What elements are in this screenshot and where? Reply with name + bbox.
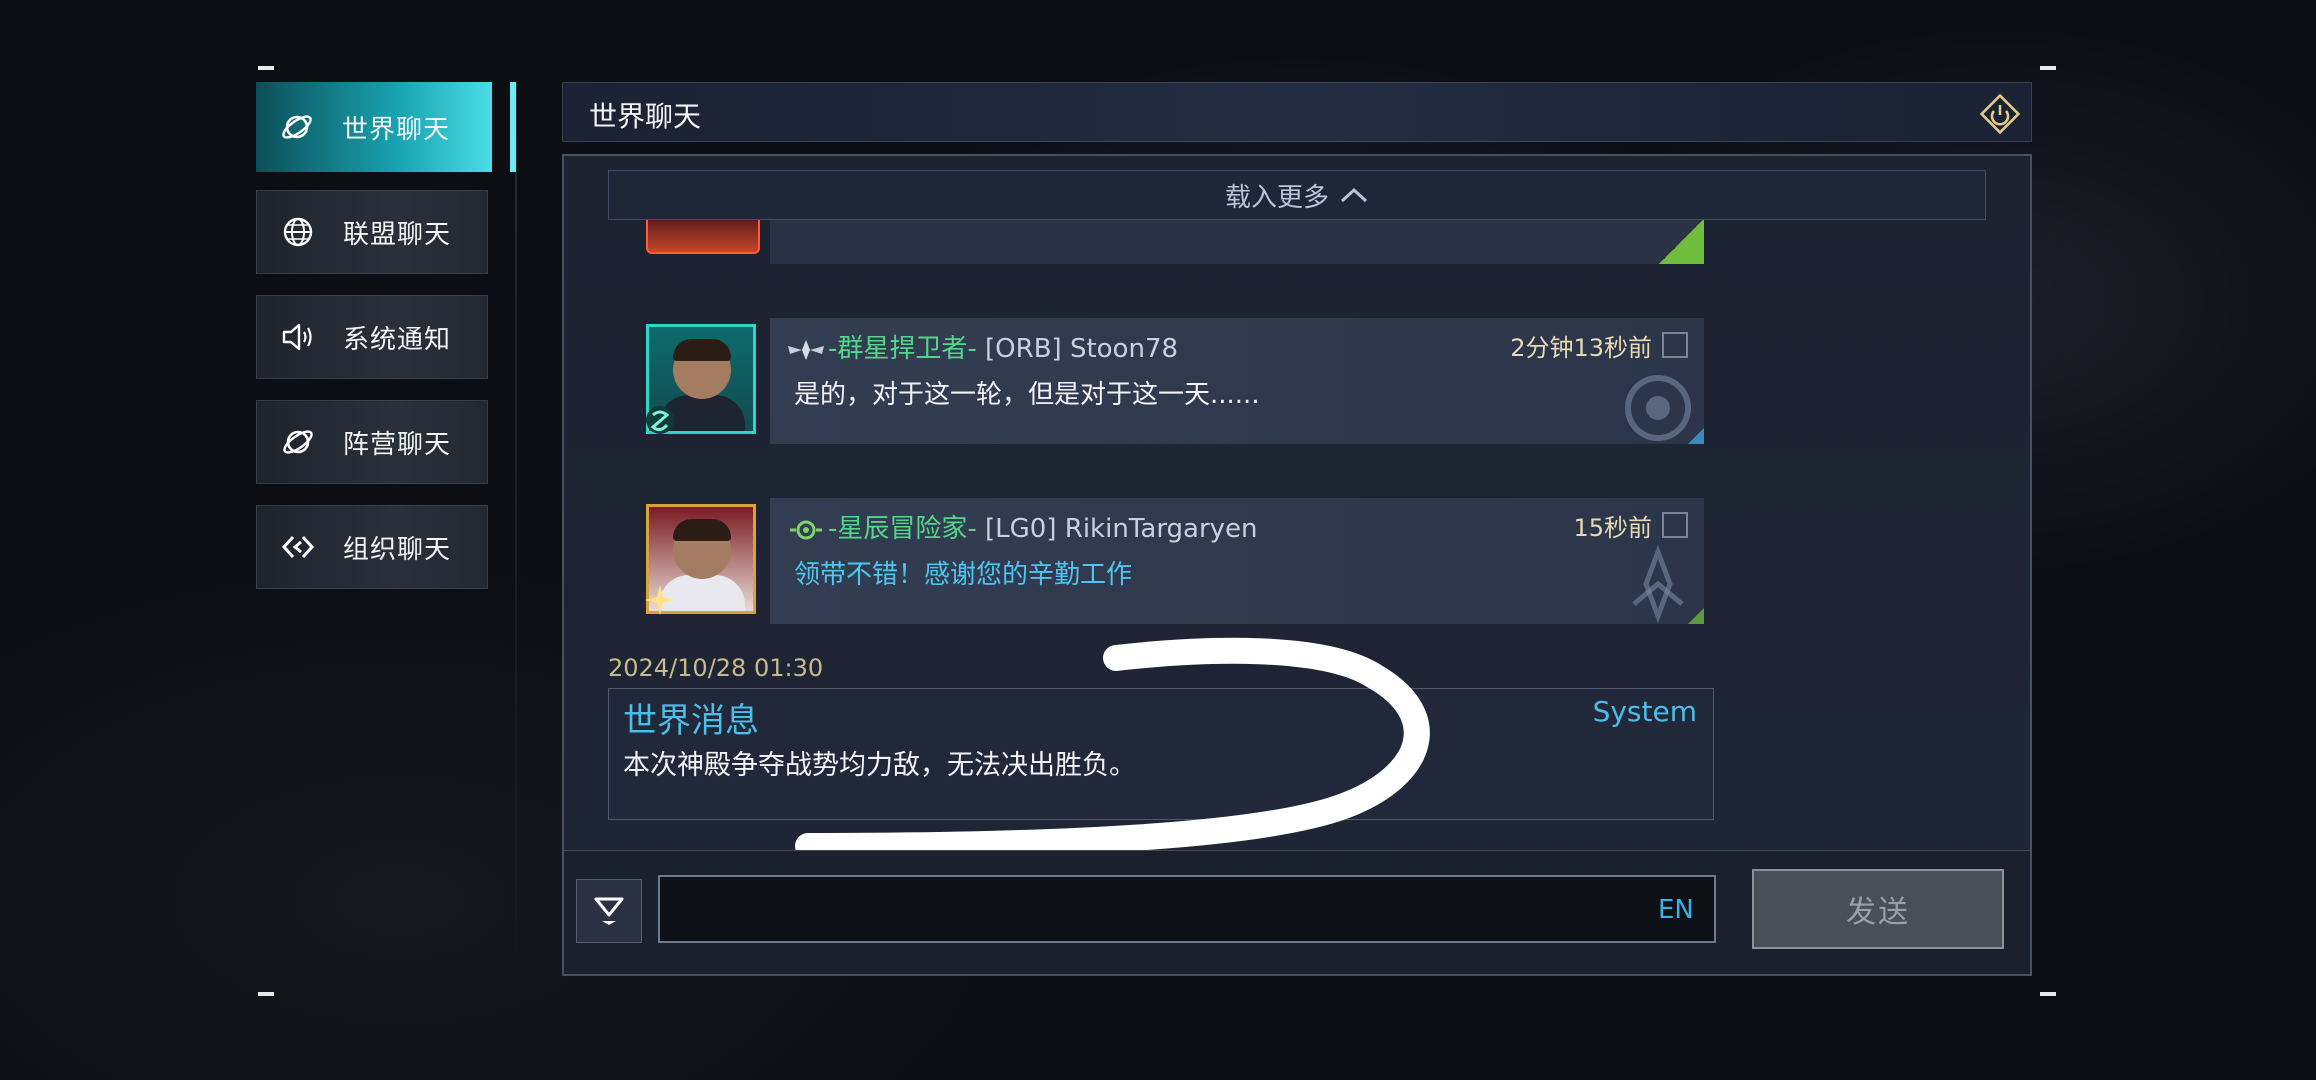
- load-more-label: 载入更多: [1224, 182, 1329, 213]
- speaker-icon: [281, 320, 315, 354]
- chat-panel: 载入更多 -群星捍卫者- [ORB] Stoon78 2分钟13秒前 是的，对于…: [562, 154, 2032, 976]
- sidebar-item-label: 组织聊天: [343, 534, 452, 565]
- avatar[interactable]: [646, 324, 756, 434]
- frame-corner-tr: [2040, 66, 2056, 70]
- chat-message: -群星捍卫者- [ORB] Stoon78 2分钟13秒前 是的，对于这一轮，但…: [770, 318, 1704, 444]
- sidebar-item-label: 系统通知: [343, 324, 452, 355]
- chat-message: -星辰冒险家- [LG0] RikinTargaryen 15秒前 领带不错！感…: [770, 498, 1704, 624]
- frame-corner-br: [2040, 992, 2056, 996]
- chat-title-bar: 世界聊天: [562, 82, 2032, 142]
- report-icon[interactable]: [1662, 512, 1688, 538]
- sidebar-item-organization-chat[interactable]: 组织聊天: [256, 505, 488, 589]
- faction-emblem-icon: [1632, 544, 1704, 624]
- sidebar-item-alliance-chat[interactable]: 联盟聊天: [256, 190, 488, 274]
- link-icon: [281, 530, 315, 564]
- system-timestamp: 2024/10/28 01:30: [608, 654, 824, 682]
- faction-emblem-icon: [1600, 218, 1704, 264]
- report-icon[interactable]: [1662, 332, 1688, 358]
- guild-name: -群星捍卫者-: [828, 334, 977, 364]
- system-message: 世界消息 System 本次神殿争夺战势均力敌，无法决出胜负。: [608, 688, 1714, 820]
- rank-badge-icon: [646, 406, 674, 434]
- channel-filter-button[interactable]: [576, 879, 642, 943]
- frame-corner-bl: [258, 992, 274, 996]
- rank-emblem-icon: [790, 520, 822, 539]
- input-language-toggle[interactable]: EN: [1658, 895, 1694, 925]
- planet-icon: [280, 110, 314, 144]
- message-header: -群星捍卫者- [ORB] Stoon78: [786, 328, 1178, 365]
- sidebar-item-system-notice[interactable]: 系统通知: [256, 295, 488, 379]
- sidebar-item-world-chat[interactable]: 世界聊天: [256, 82, 516, 172]
- planet-icon: [281, 425, 315, 459]
- sidebar-divider: [515, 82, 517, 982]
- chat-message-partial: [770, 218, 1704, 264]
- frame-corner-tl: [258, 66, 274, 70]
- rank-star-icon: [645, 585, 675, 615]
- rank-wings-icon: [788, 339, 824, 360]
- sidebar-item-label: 世界聊天: [342, 114, 451, 145]
- system-message-title: 世界消息: [623, 701, 759, 741]
- system-tag: System: [1592, 695, 1697, 728]
- message-time: 15秒前: [1573, 514, 1652, 542]
- chat-message-input[interactable]: [658, 875, 1716, 943]
- sidebar-item-label: 联盟聊天: [343, 219, 452, 250]
- sender-name[interactable]: [ORB] Stoon78: [985, 334, 1178, 364]
- message-text: 领带不错！感谢您的辛勤工作: [794, 560, 1133, 590]
- page-title: 世界聊天: [589, 100, 702, 133]
- globe-icon: [281, 215, 315, 249]
- system-message-text: 本次神殿争夺战势均力敌，无法决出胜负。: [623, 750, 1136, 781]
- filter-icon: [594, 897, 624, 925]
- chevron-up-icon: [1340, 187, 1368, 203]
- message-header: -星辰冒险家- [LG0] RikinTargaryen: [786, 508, 1258, 545]
- avatar[interactable]: [646, 218, 760, 254]
- load-more-button[interactable]: 载入更多: [608, 170, 1986, 220]
- sender-name[interactable]: [LG0] RikinTargaryen: [985, 514, 1258, 544]
- send-button[interactable]: 发送: [1752, 869, 2004, 949]
- chat-input-row: EN 发送: [564, 850, 2030, 974]
- sidebar-item-faction-chat[interactable]: 阵营聊天: [256, 400, 488, 484]
- message-time: 2分钟13秒前: [1510, 334, 1652, 362]
- guild-name: -星辰冒险家-: [828, 514, 977, 544]
- message-text: 是的，对于这一轮，但是对于这一天......: [794, 380, 1260, 410]
- avatar[interactable]: [645, 504, 756, 615]
- faction-emblem-icon: [1625, 375, 1704, 444]
- power-icon[interactable]: [1979, 93, 2021, 135]
- sidebar-item-label: 阵营聊天: [343, 429, 452, 460]
